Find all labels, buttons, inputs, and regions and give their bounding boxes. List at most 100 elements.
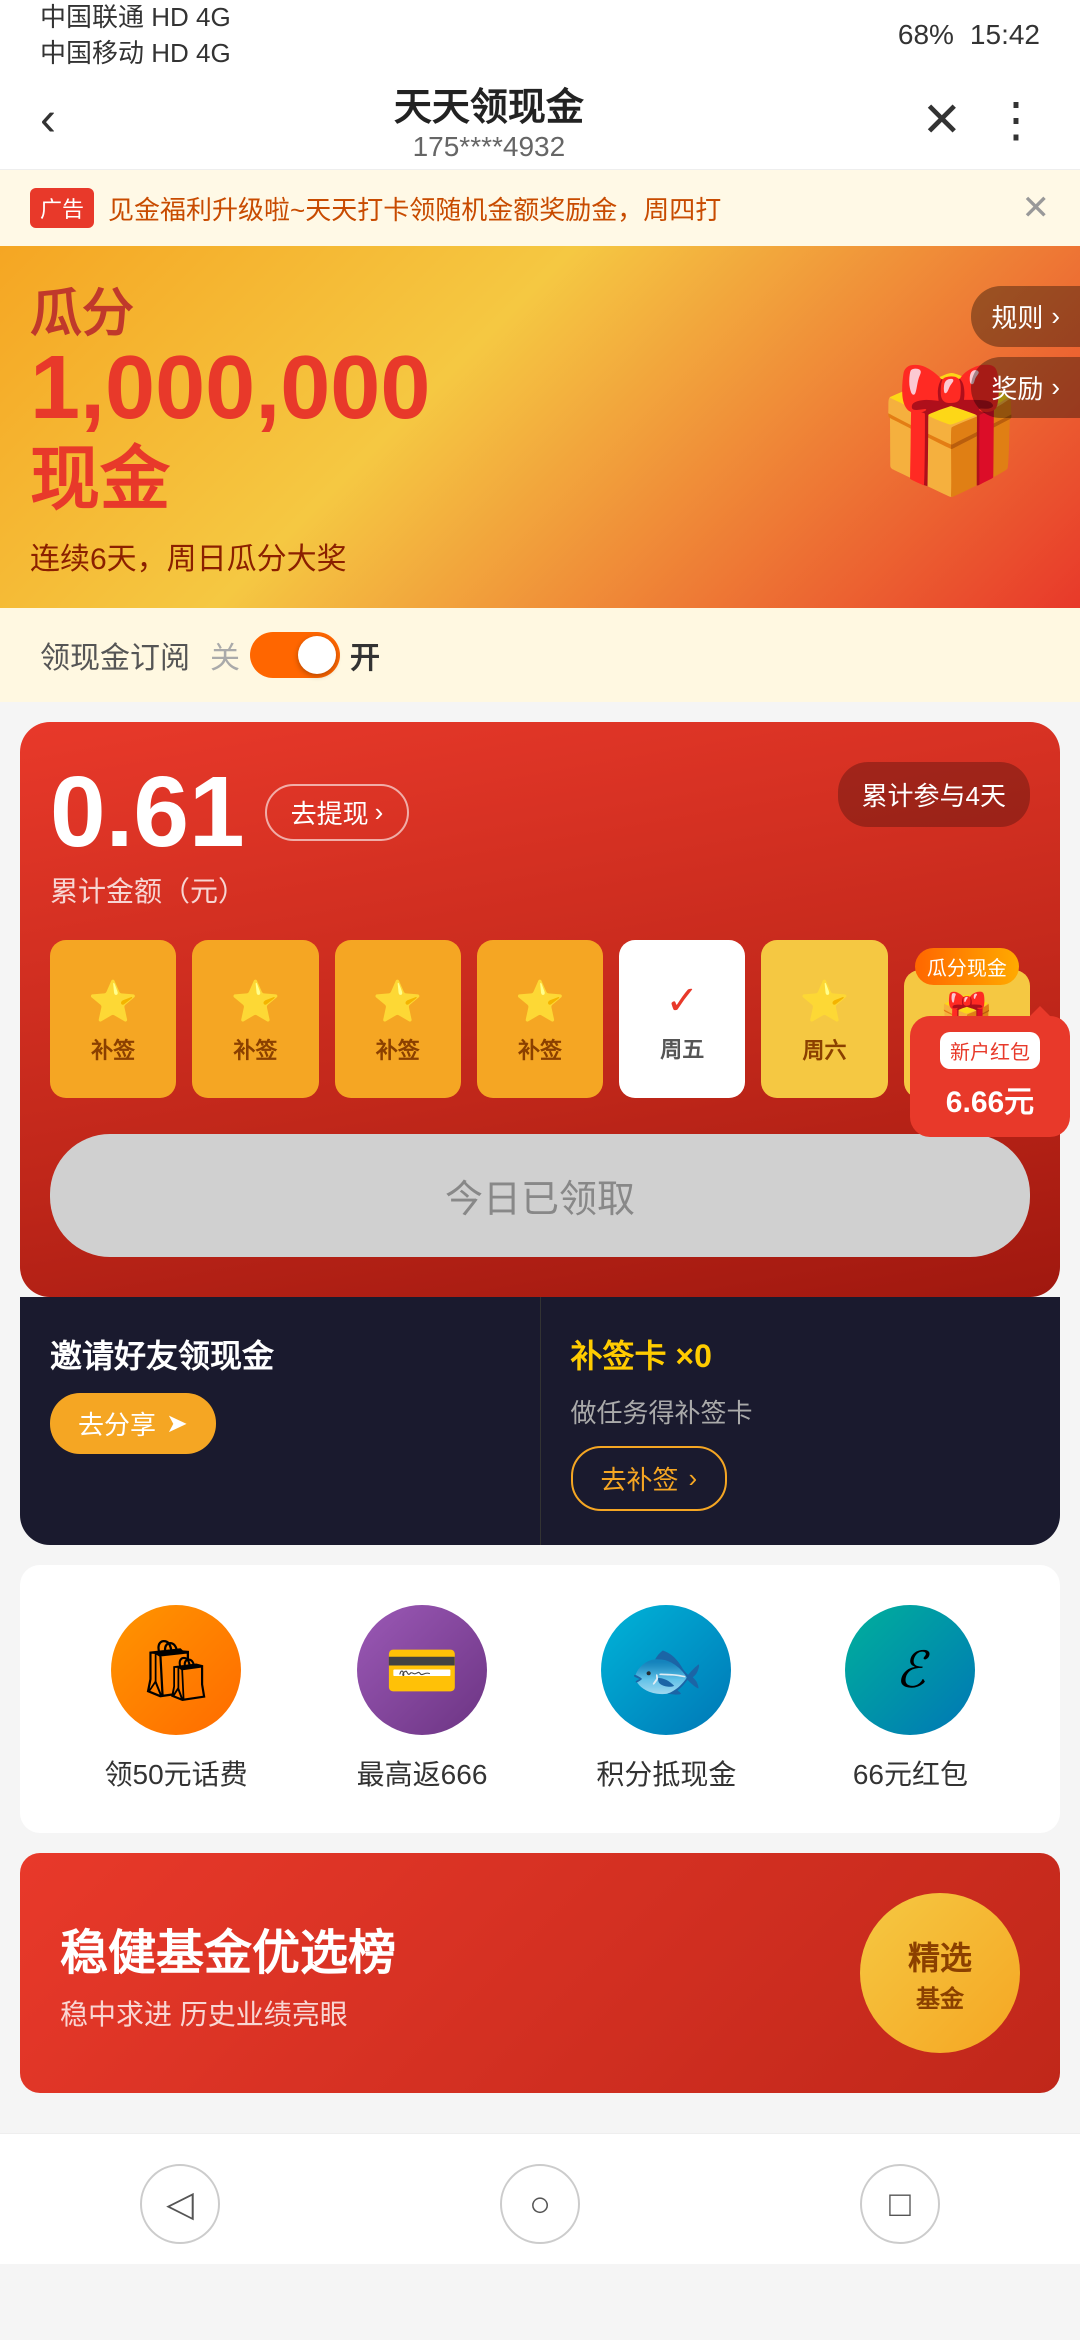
day-label-2: 补签 (233, 1033, 277, 1065)
app-icon-1: 🛍 (111, 1605, 241, 1735)
page-subtitle: 175****4932 (394, 131, 584, 163)
app-item-2[interactable]: 💳 最高返666 (357, 1605, 488, 1793)
fund-title: 稳健基金优选榜 (60, 1913, 396, 1983)
days-row: ⭐ 补签 ⭐ 补签 ⭐ 补签 ⭐ 补签 ✓ 周五 ⭐ 周六 瓜分现金 (50, 940, 1030, 1098)
carrier2-type: HD 4G (151, 38, 230, 68)
check-icon-5: ✓ (666, 978, 700, 1024)
day-card-3[interactable]: ⭐ 补签 (335, 940, 461, 1098)
fund-badge-label1: 精选 (908, 1933, 972, 1979)
subscribe-toggle[interactable]: 关 开 (210, 632, 380, 678)
rules-button[interactable]: 规则 › (971, 286, 1080, 347)
card-top: 0.61 去提现 › 累计金额（元） 累计参与4天 (50, 762, 1030, 910)
app-icon-4: ℰ (845, 1605, 975, 1735)
app-label-3: 积分抵现金 (596, 1753, 736, 1793)
app-item-1[interactable]: 🛍 领50元话费 (105, 1605, 248, 1793)
app-label-1: 领50元话费 (105, 1753, 248, 1793)
carrier-info: 中国联通 HD 4G 中国移动 HD 4G (40, 0, 231, 71)
day-label-6: 周六 (803, 1033, 847, 1065)
apps-section: 🛍 领50元话费 💳 最高返666 🐟 积分抵现金 ℰ 66元红包 (20, 1565, 1060, 1833)
hero-amount: 1,000,000 (30, 343, 430, 433)
app-label-2: 最高返666 (357, 1753, 488, 1793)
day-card-1[interactable]: ⭐ 补签 (50, 940, 176, 1098)
notice-tag: 广告 (30, 188, 94, 228)
fund-badge: 精选 基金 (860, 1893, 1020, 2053)
bottom-nav: ◁ ○ □ (0, 2133, 1080, 2264)
redpacket-amount: 6.66元 (946, 1077, 1034, 1121)
star-icon-2: ⭐ (231, 978, 281, 1025)
back-nav-button[interactable]: ◁ (140, 2164, 220, 2244)
toggle-thumb (298, 636, 336, 674)
action-bar: 邀请好友领现金 去分享 ➤ 补签卡 ×0 做任务得补签卡 去补签 › (20, 1297, 1060, 1545)
app-item-4[interactable]: ℰ 66元红包 (845, 1605, 975, 1793)
day-card-5[interactable]: ✓ 周五 (619, 940, 745, 1098)
sign-button[interactable]: 去补签 › (571, 1446, 728, 1511)
main-card: 0.61 去提现 › 累计金额（元） 累计参与4天 ⭐ 补签 ⭐ 补签 ⭐ 补签 (20, 722, 1060, 1297)
back-button[interactable]: ‹ (40, 92, 56, 147)
page-title: 天天领现金 (394, 76, 584, 131)
amount-display: 0.61 去提现 › (50, 762, 409, 862)
status-right: 68% 15:42 (898, 19, 1040, 51)
battery-label: 68% (898, 19, 954, 51)
subscribe-row: 领现金订阅 关 开 (0, 608, 1080, 702)
redpacket-popup[interactable]: 新户红包 6.66元 (910, 1016, 1070, 1137)
notice-text: 见金福利升级啦~天天打卡领随机金额奖励金，周四打 (108, 190, 1011, 227)
day-card-2[interactable]: ⭐ 补签 (192, 940, 318, 1098)
app-icon-2: 💳 (357, 1605, 487, 1735)
home-nav-button[interactable]: ○ (500, 2164, 580, 2244)
subscribe-on-label: 开 (350, 633, 380, 677)
star-icon-1: ⭐ (88, 978, 138, 1025)
guafen-tag: 瓜分现金 (915, 948, 1019, 985)
title-actions: ✕ ⋮ (922, 92, 1040, 148)
hero-banner: 瓜分 1,000,000 现金 连续6天，周日瓜分大奖 🎁 规则 › 奖励 › (0, 246, 1080, 608)
star-icon-3: ⭐ (373, 978, 423, 1025)
sign-section: 补签卡 ×0 做任务得补签卡 去补签 › (541, 1297, 1061, 1545)
day-label-1: 补签 (91, 1033, 135, 1065)
app-item-3[interactable]: 🐟 积分抵现金 (596, 1605, 736, 1793)
amount-section: 0.61 去提现 › 累计金额（元） (50, 762, 409, 910)
hero-subtitle: 连续6天，周日瓜分大奖 (30, 534, 430, 578)
status-bar: 中国联通 HD 4G 中国移动 HD 4G 68% 15:42 (0, 0, 1080, 70)
claim-button: 今日已领取 (50, 1134, 1030, 1257)
sign-title: 补签卡 ×0 (571, 1331, 1031, 1377)
carrier1-label: 中国联通 (40, 2, 144, 32)
carrier1-type: HD 4G (151, 2, 230, 32)
amount-value: 0.61 (50, 762, 245, 862)
day-card-4[interactable]: ⭐ 补签 (477, 940, 603, 1098)
hero-prefix: 瓜分 (30, 286, 430, 343)
notice-banner: 广告 见金福利升级啦~天天打卡领随机金额奖励金，周四打 ✕ (0, 170, 1080, 246)
carrier2-label: 中国移动 (40, 38, 144, 68)
title-center: 天天领现金 175****4932 (394, 76, 584, 163)
redpacket-tag: 新户红包 (940, 1032, 1040, 1069)
fund-banner[interactable]: 稳健基金优选榜 稳中求进 历史业绩亮眼 精选 基金 (20, 1853, 1060, 2093)
star-icon-6: ⭐ (800, 978, 850, 1025)
notice-close-button[interactable]: ✕ (1022, 188, 1051, 228)
day-label-4: 补签 (518, 1033, 562, 1065)
app-label-4: 66元红包 (853, 1753, 968, 1793)
hero-suffix: 现金 (30, 423, 430, 524)
reward-button[interactable]: 奖励 › (971, 357, 1080, 418)
day-label-5: 周五 (660, 1032, 704, 1064)
day-label-3: 补签 (376, 1033, 420, 1065)
fund-badge-label2: 基金 (916, 1979, 964, 2014)
share-button[interactable]: 去分享 ➤ (50, 1393, 216, 1454)
fund-left: 稳健基金优选榜 稳中求进 历史业绩亮眼 (60, 1913, 396, 2033)
star-icon-4: ⭐ (515, 978, 565, 1025)
fund-subtitle: 稳中求进 历史业绩亮眼 (60, 1993, 396, 2033)
amount-label: 累计金额（元） (50, 870, 409, 910)
subscribe-off-label: 关 (210, 633, 240, 677)
day-card-6[interactable]: ⭐ 周六 (761, 940, 887, 1098)
hero-left: 瓜分 1,000,000 现金 连续6天，周日瓜分大奖 (30, 286, 430, 578)
withdraw-button[interactable]: 去提现 › (265, 784, 410, 841)
close-button[interactable]: ✕ (922, 92, 962, 148)
sign-count: ×0 (675, 1338, 711, 1374)
sign-desc: 做任务得补签卡 (571, 1393, 1031, 1430)
invite-section: 邀请好友领现金 去分享 ➤ (20, 1297, 541, 1545)
recent-nav-button[interactable]: □ (860, 2164, 940, 2244)
title-bar: ‹ 天天领现金 175****4932 ✕ ⋮ (0, 70, 1080, 170)
time-label: 15:42 (970, 19, 1040, 51)
toggle-track[interactable] (250, 632, 340, 678)
invite-title: 邀请好友领现金 (50, 1331, 510, 1377)
hero-actions: 规则 › 奖励 › (971, 286, 1080, 418)
subscribe-label: 领现金订阅 (40, 633, 190, 677)
more-button[interactable]: ⋮ (992, 92, 1040, 148)
